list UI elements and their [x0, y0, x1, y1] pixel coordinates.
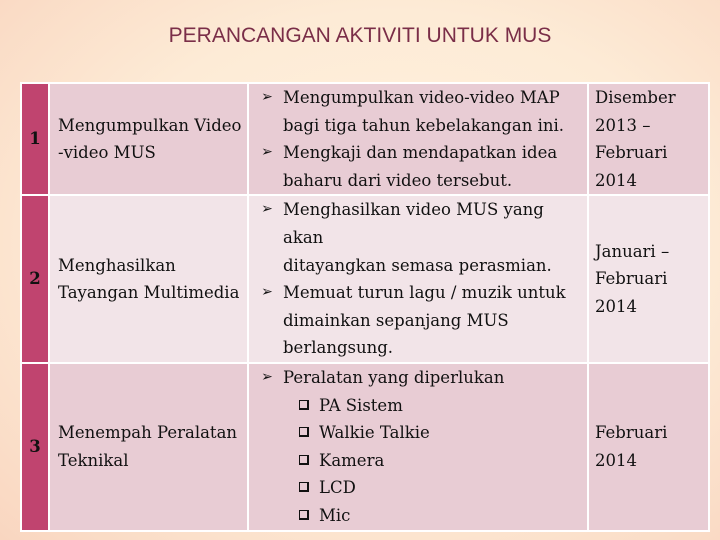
activity-item: ➢ Mengumpulkan video-video MAP bagi tiga…: [255, 84, 583, 139]
equipment-item: Mic: [297, 502, 583, 530]
row-number: 2: [20, 194, 50, 364]
activity-item: ➢ Peralatan yang diperlukan PA Sistem Wa…: [255, 364, 583, 530]
table-row: 2 Menghasilkan Tayangan Multimedia ➢ Men…: [20, 194, 710, 364]
activity-date: Disember 2013 – Februari 2014: [587, 81, 710, 197]
arrow-bullet-icon: ➢: [261, 201, 273, 218]
checkbox-bullet-icon: [299, 509, 309, 520]
activity-name-line: -video MUS: [58, 143, 156, 163]
activity-table: 1 Mengumpulkan Video -video MUS ➢ Mengum…: [20, 81, 710, 532]
date-line: Februari: [595, 143, 668, 163]
arrow-bullet-icon: ➢: [261, 368, 273, 385]
activity-text: Mengumpulkan video-video MAP: [283, 88, 560, 107]
activity-text: baharu dari video tersebut.: [283, 170, 513, 190]
checkbox-bullet-icon: [299, 427, 309, 438]
slide-title: PERANCANGAN AKTIVITI UNTUK MUS: [168, 24, 552, 47]
equipment-item: Kamera: [297, 447, 583, 475]
date-line: Januari –: [595, 241, 670, 261]
checkbox-bullet-icon: [299, 399, 309, 410]
arrow-bullet-icon: ➢: [261, 284, 273, 301]
date-line: 2014: [595, 450, 637, 470]
activity-item: ➢ Menghasilkan video MUS yang akan ditay…: [255, 196, 583, 279]
activity-name-line: Menghasilkan: [58, 255, 176, 275]
activity-name: Menghasilkan Tayangan Multimedia: [48, 194, 249, 364]
equipment-text: Walkie Talkie: [319, 423, 430, 443]
arrow-bullet-icon: ➢: [261, 144, 273, 161]
date-line: 2014: [595, 170, 637, 190]
activity-text: Menghasilkan video MUS yang akan: [283, 200, 544, 247]
row-number: 1: [20, 81, 50, 197]
activity-text: Peralatan yang diperlukan: [283, 367, 505, 387]
table-row: 3 Menempah Peralatan Teknikal ➢ Peralata…: [20, 361, 710, 532]
activity-date: Februari 2014: [587, 361, 710, 532]
equipment-item: LCD: [297, 474, 583, 502]
row-number: 3: [20, 361, 50, 532]
equipment-text: Mic: [319, 505, 351, 525]
activity-text: dimainkan sepanjang MUS: [283, 310, 509, 330]
equipment-item: PA Sistem: [297, 392, 583, 420]
activity-details: ➢ Mengumpulkan video-video MAP bagi tiga…: [247, 81, 589, 197]
activity-text: bagi tiga tahun kebelakangan ini.: [283, 115, 564, 135]
activity-name-line: Teknikal: [58, 450, 129, 470]
activity-text: Memuat turun lagu / muzik untuk: [283, 283, 566, 303]
activity-item: ➢ Mengkaji dan mendapatkan idea baharu d…: [255, 139, 583, 194]
activity-name-line: Mengumpulkan Video: [58, 115, 242, 135]
date-line: Februari: [595, 269, 668, 289]
table-row: 1 Mengumpulkan Video -video MUS ➢ Mengum…: [20, 81, 710, 197]
activity-item: ➢ Memuat turun lagu / muzik untuk dimain…: [255, 279, 583, 362]
activity-name-line: Menempah Peralatan: [58, 423, 238, 443]
checkbox-bullet-icon: [299, 454, 309, 465]
equipment-item: Walkie Talkie: [297, 419, 583, 447]
equipment-text: LCD: [319, 478, 356, 498]
activity-text: Mengkaji dan mendapatkan idea: [283, 143, 558, 163]
equipment-text: Kamera: [319, 450, 385, 470]
checkbox-bullet-icon: [299, 482, 309, 493]
arrow-bullet-icon: ➢: [261, 89, 273, 105]
equipment-list: PA Sistem Walkie Talkie Kamera LCD Mic: [283, 392, 583, 530]
activity-date: Januari – Februari 2014: [587, 194, 710, 364]
date-line: Disember: [595, 88, 676, 107]
activity-name-line: Tayangan Multimedia: [58, 283, 240, 303]
activity-text: berlangsung.: [283, 338, 394, 358]
activity-name: Menempah Peralatan Teknikal: [48, 361, 249, 532]
activity-details: ➢ Menghasilkan video MUS yang akan ditay…: [247, 194, 589, 364]
activity-name: Mengumpulkan Video -video MUS: [48, 81, 249, 197]
activity-text: ditayangkan semasa perasmian.: [283, 255, 552, 275]
equipment-text: PA Sistem: [319, 395, 403, 415]
date-line: 2013 –: [595, 115, 651, 135]
activity-details: ➢ Peralatan yang diperlukan PA Sistem Wa…: [247, 361, 589, 532]
date-line: Februari: [595, 423, 668, 443]
date-line: 2014: [595, 296, 637, 316]
